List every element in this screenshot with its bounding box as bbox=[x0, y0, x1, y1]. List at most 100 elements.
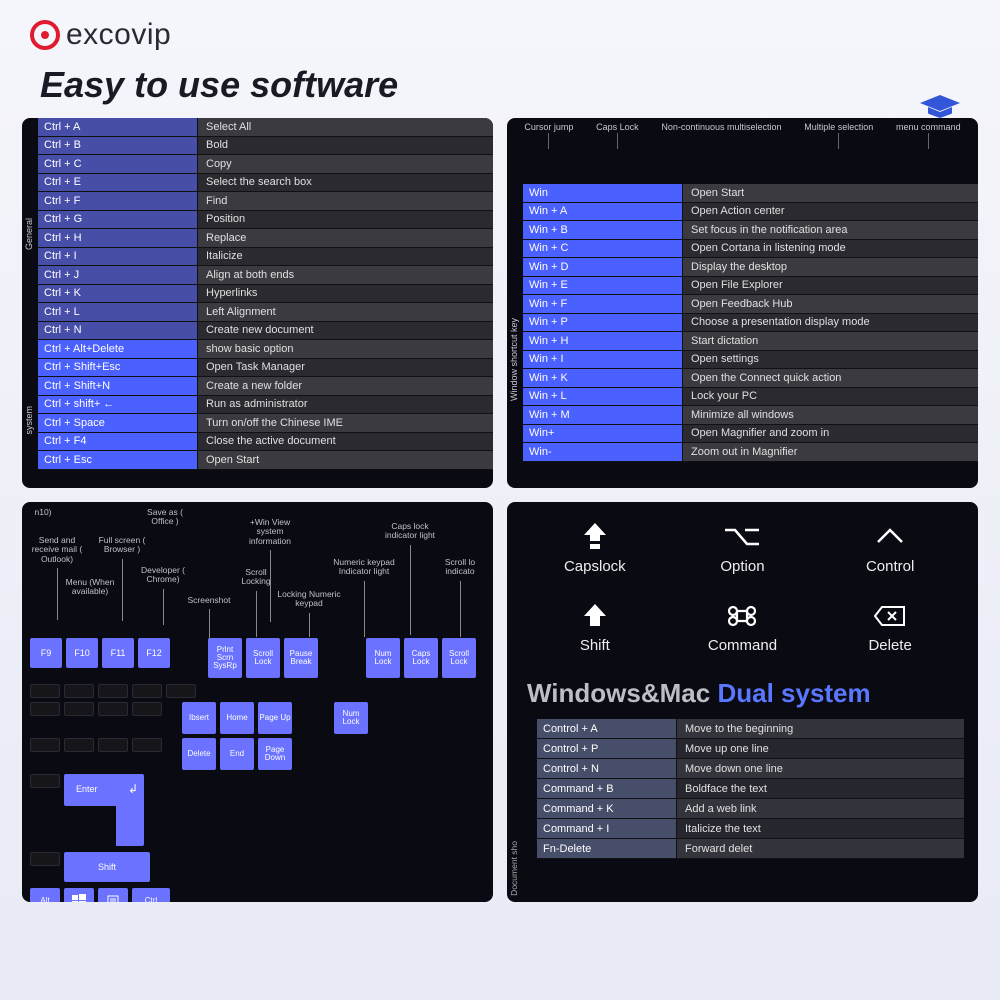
anno-saveas: Save as ( Office ) bbox=[140, 508, 190, 527]
dark-key bbox=[98, 738, 128, 752]
shortcut-key: Win + M bbox=[523, 406, 683, 425]
sym-control: Control bbox=[830, 520, 950, 575]
shortcut-desc: Left Alignment bbox=[198, 303, 493, 322]
shortcut-row: Ctrl + F4Close the active document bbox=[38, 433, 493, 452]
shortcut-key: Win + F bbox=[523, 295, 683, 314]
shortcut-desc: Create a new folder bbox=[198, 377, 493, 396]
shortcut-desc: Italicize the text bbox=[677, 819, 964, 839]
dark-key bbox=[98, 702, 128, 716]
shortcut-row: Win + LLock your PC bbox=[523, 388, 978, 407]
shortcut-key: Win + P bbox=[523, 314, 683, 333]
key-win-icon bbox=[64, 888, 94, 902]
panel1-vlabels: General system bbox=[22, 118, 38, 488]
header: excovip bbox=[0, 0, 1000, 60]
key-printscrn: Prlnt Scrn SysRp bbox=[208, 638, 242, 678]
education-icon bbox=[920, 95, 960, 119]
shortcut-row: Ctrl + NCreate new document bbox=[38, 322, 493, 341]
shortcut-desc: Boldface the text bbox=[677, 779, 964, 799]
shortcut-desc: Open Feedback Hub bbox=[683, 295, 978, 314]
key-f10: F10 bbox=[66, 638, 98, 668]
shortcut-row: Win + HStart dictation bbox=[523, 332, 978, 351]
shortcut-row: Win + EOpen File Explorer bbox=[523, 277, 978, 296]
shortcut-row: Command + IItalicize the text bbox=[537, 819, 964, 839]
key-ctrl: Ctrl bbox=[132, 888, 170, 902]
hdr-noncont: Non-continuous multiselection bbox=[661, 122, 781, 133]
key-f11: F11 bbox=[102, 638, 134, 668]
label-document-sho: Document sho bbox=[509, 841, 519, 896]
row-nav2: Delete End Page Down bbox=[30, 738, 485, 770]
row-darkkeys bbox=[30, 684, 485, 698]
shortcut-key: Ctrl + Esc bbox=[38, 451, 198, 470]
shortcut-row: Win + COpen Cortana in listening mode bbox=[523, 240, 978, 259]
win-shortcut-table: WinOpen StartWin + AOpen Action centerWi… bbox=[523, 184, 978, 462]
shortcut-desc: show basic option bbox=[198, 340, 493, 359]
key-numlock-ind: Num Lock bbox=[366, 638, 400, 678]
dark-key bbox=[98, 684, 128, 698]
shortcut-row: Ctrl + HReplace bbox=[38, 229, 493, 248]
hdr-menucmd: menu command bbox=[896, 122, 961, 149]
shortcut-row: Ctrl + ASelect All bbox=[38, 118, 493, 137]
shortcut-desc: Copy bbox=[198, 155, 493, 174]
shortcut-row: WinOpen Start bbox=[523, 184, 978, 203]
shortcut-key: Win + I bbox=[523, 351, 683, 370]
shortcut-row: Command + KAdd a web link bbox=[537, 799, 964, 819]
symbol-row-1: Capslock Option Control bbox=[521, 520, 964, 575]
system-table: Ctrl + Alt+Deleteshow basic optionCtrl +… bbox=[38, 340, 493, 470]
shortcut-desc: Choose a presentation display mode bbox=[683, 314, 978, 333]
shortcut-desc: Open File Explorer bbox=[683, 277, 978, 296]
key-alt: Alt bbox=[30, 888, 60, 902]
panel2-vlabel: Window shortcut key bbox=[507, 118, 523, 488]
key-f9: F9 bbox=[30, 638, 62, 668]
shortcut-key: Ctrl + G bbox=[38, 211, 198, 230]
shortcut-row: Ctrl + KHyperlinks bbox=[38, 285, 493, 304]
shortcut-key: Win + D bbox=[523, 258, 683, 277]
dark-key bbox=[132, 702, 162, 716]
shortcut-row: Ctrl + ESelect the search box bbox=[38, 174, 493, 193]
key-delete: Delete bbox=[182, 738, 216, 770]
shortcut-desc: Move to the beginning bbox=[677, 719, 964, 739]
dark-key bbox=[30, 852, 60, 866]
shortcut-key: Ctrl + Alt+Delete bbox=[38, 340, 198, 359]
shortcut-key: Ctrl + F4 bbox=[38, 433, 198, 452]
dark-key bbox=[166, 684, 196, 698]
shortcut-row: Win + PChoose a presentation display mod… bbox=[523, 314, 978, 333]
shortcut-key: Ctrl + Shift+N bbox=[38, 377, 198, 396]
shortcut-row: Win + DDisplay the desktop bbox=[523, 258, 978, 277]
shortcut-key: Command + B bbox=[537, 779, 677, 799]
shortcut-row: Ctrl + LLeft Alignment bbox=[38, 303, 493, 322]
shortcut-key: Ctrl + C bbox=[38, 155, 198, 174]
shortcut-key: Control + P bbox=[537, 739, 677, 759]
shift-icon bbox=[535, 599, 655, 633]
label-general: General bbox=[24, 218, 34, 250]
key-end: End bbox=[220, 738, 254, 770]
key-pageup: Page Up bbox=[258, 702, 292, 734]
shortcut-row: Win + FOpen Feedback Hub bbox=[523, 295, 978, 314]
shortcut-desc: Close the active document bbox=[198, 433, 493, 452]
panel-keyboard-layout: n10) Send and receive mail ( Outlook) Me… bbox=[22, 502, 493, 902]
shortcut-row: Control + NMove down one line bbox=[537, 759, 964, 779]
key-numlock: Num Lock bbox=[334, 702, 368, 734]
panel-general-system: General system Ctrl + ASelect AllCtrl + … bbox=[22, 118, 493, 488]
panel2-tables: WinOpen StartWin + AOpen Action centerWi… bbox=[523, 184, 978, 462]
panel3-annotations: n10) Send and receive mail ( Outlook) Me… bbox=[30, 508, 485, 638]
key-insert: Ibsert bbox=[182, 702, 216, 734]
shortcut-desc: Move down one line bbox=[677, 759, 964, 779]
key-pausebreak: Pause Break bbox=[284, 638, 318, 678]
shortcut-desc: Select All bbox=[198, 118, 493, 137]
sym-command: Command bbox=[682, 599, 802, 654]
row-shift: Shift bbox=[30, 852, 485, 882]
shortcut-row: Ctrl + CCopy bbox=[38, 155, 493, 174]
dark-key bbox=[132, 684, 162, 698]
dark-key bbox=[64, 738, 94, 752]
shortcut-desc: Position bbox=[198, 211, 493, 230]
delete-icon bbox=[830, 599, 950, 633]
control-icon bbox=[830, 520, 950, 554]
anno-scrolllock: Scroll Locking bbox=[234, 568, 278, 637]
shortcut-desc: Select the search box bbox=[198, 174, 493, 193]
general-table: Ctrl + ASelect AllCtrl + BBoldCtrl + CCo… bbox=[38, 118, 493, 340]
key-capslock-ind: Caps Lock bbox=[404, 638, 438, 678]
shortcut-key: Ctrl + Space bbox=[38, 414, 198, 433]
shortcut-key: Win + L bbox=[523, 388, 683, 407]
logo-icon bbox=[30, 20, 60, 50]
row-darkkeys2: Ibsert Home Page Up Num Lock bbox=[30, 702, 485, 734]
